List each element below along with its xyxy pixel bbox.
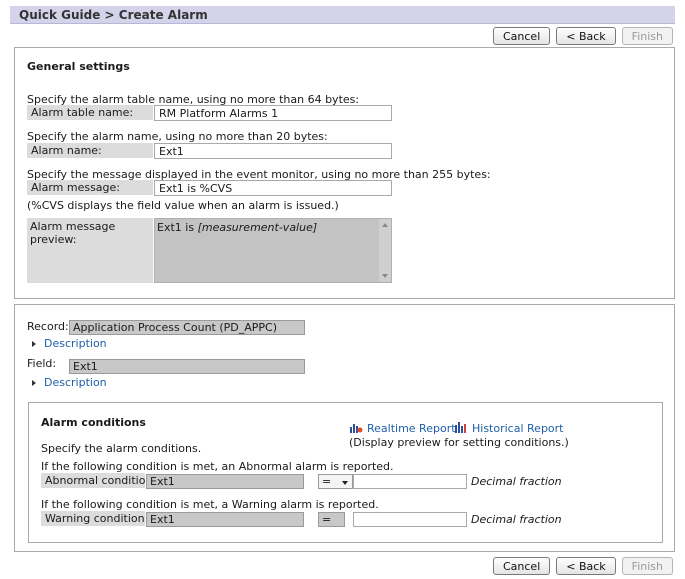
alarm-name-instruction: Specify the alarm name, using no more th… xyxy=(27,130,328,143)
preview-label: Alarm message preview: xyxy=(27,218,153,283)
realtime-report-text: Realtime Report xyxy=(367,422,456,435)
abnormal-operator-select[interactable]: = xyxy=(318,474,353,489)
record-field: Application Process Count (PD_APPC) xyxy=(69,320,305,335)
expand-triangle-icon xyxy=(32,341,36,347)
bottom-button-bar: Cancel < Back Finish xyxy=(492,557,673,575)
preview-measurement: [measurement-value] xyxy=(197,221,318,234)
finish-button[interactable]: Finish xyxy=(621,27,673,45)
finish-button[interactable]: Finish xyxy=(621,557,673,575)
abnormal-operator-value: = xyxy=(322,475,332,488)
historical-report-link[interactable]: Historical Report xyxy=(454,421,564,435)
field-description-text: Description xyxy=(44,376,107,389)
general-settings-title: General settings xyxy=(27,60,130,73)
general-settings-panel: General settings Specify the alarm table… xyxy=(14,47,675,299)
scroll-down-icon[interactable] xyxy=(382,274,388,278)
warning-type-hint: Decimal fraction xyxy=(471,513,562,526)
alarm-message-label: Alarm message: xyxy=(27,180,153,195)
field-field: Ext1 xyxy=(69,359,305,374)
alarm-message-hint: (%CVS displays the field value when an a… xyxy=(27,199,339,212)
record-label: Record: xyxy=(27,320,69,333)
alarm-conditions-title: Alarm conditions xyxy=(41,416,146,429)
warning-operator: = xyxy=(318,512,345,527)
table-name-input[interactable]: RM Platform Alarms 1 xyxy=(154,105,392,121)
warning-instruction: If the following condition is met, a War… xyxy=(41,498,379,511)
scroll-up-icon[interactable] xyxy=(382,223,388,227)
cancel-button[interactable]: Cancel xyxy=(492,557,551,575)
record-panel: Record: Application Process Count (PD_AP… xyxy=(14,304,675,552)
abnormal-field: Ext1 xyxy=(146,474,304,489)
cancel-button[interactable]: Cancel xyxy=(492,27,551,45)
realtime-report-icon xyxy=(350,424,363,433)
realtime-report-link[interactable]: Realtime Report xyxy=(349,421,456,435)
back-button[interactable]: < Back xyxy=(556,27,616,45)
alarm-name-input[interactable]: Ext1 xyxy=(154,143,392,159)
abnormal-value-input[interactable] xyxy=(353,474,467,489)
alarm-conditions-box: Alarm conditions Realtime Report Histori… xyxy=(28,402,663,543)
abnormal-type-hint: Decimal fraction xyxy=(471,475,562,488)
historical-report-icon xyxy=(455,422,466,433)
field-label: Field: xyxy=(27,357,57,370)
historical-report-text: Historical Report xyxy=(472,422,564,435)
warning-value-input[interactable] xyxy=(353,512,467,527)
field-description-link[interactable]: Description xyxy=(32,376,107,389)
top-button-bar: Cancel < Back Finish xyxy=(492,27,673,45)
preview-scrollbar[interactable] xyxy=(379,219,391,282)
abnormal-instruction: If the following condition is met, an Ab… xyxy=(41,460,394,473)
warning-field: Ext1 xyxy=(146,512,304,527)
record-description-link[interactable]: Description xyxy=(32,337,107,350)
table-name-label: Alarm table name: xyxy=(27,105,153,120)
abnormal-condition-label: Abnormal condition: xyxy=(41,473,156,488)
message-preview-box: Ext1 is [measurement-value] xyxy=(154,218,392,283)
page-title: Quick Guide > Create Alarm xyxy=(10,6,675,24)
expand-triangle-icon xyxy=(32,380,36,386)
alarm-name-label: Alarm name: xyxy=(27,143,153,158)
record-description-text: Description xyxy=(44,337,107,350)
preview-note: (Display preview for setting conditions.… xyxy=(349,436,569,449)
preview-prefix: Ext1 is xyxy=(157,221,198,234)
chevron-down-icon xyxy=(342,481,348,485)
back-button[interactable]: < Back xyxy=(556,557,616,575)
alarm-message-input[interactable]: Ext1 is %CVS xyxy=(154,180,392,196)
conditions-instruction: Specify the alarm conditions. xyxy=(41,442,202,455)
warning-condition-label: Warning condition: xyxy=(41,511,148,526)
